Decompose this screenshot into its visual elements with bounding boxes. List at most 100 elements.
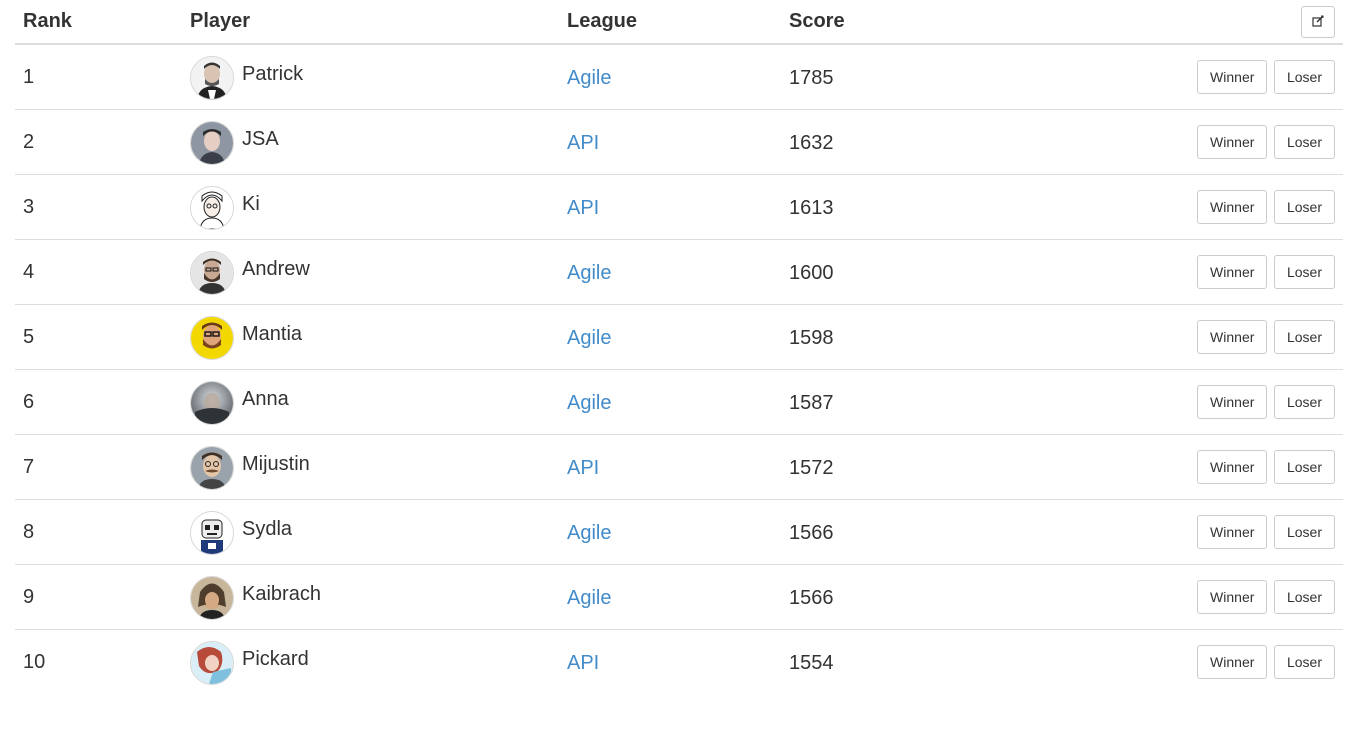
player-cell: Patrick — [182, 44, 559, 110]
leaderboard-table-container: Rank Player League Score 1 Patrick Agile… — [15, 0, 1343, 694]
score-value: 1566 — [789, 586, 834, 609]
score-value: 1600 — [789, 261, 834, 284]
league-link[interactable]: Agile — [567, 522, 611, 544]
actions-cell: Winner Loser — [981, 174, 1343, 240]
score-cell: 1785 — [781, 44, 981, 110]
winner-button[interactable]: Winner — [1197, 255, 1268, 289]
loser-button[interactable]: Loser — [1273, 515, 1335, 549]
pickard-avatar — [190, 641, 234, 685]
loser-button[interactable]: Loser — [1273, 320, 1335, 354]
score-value: 1587 — [789, 391, 834, 414]
league-link[interactable]: Agile — [567, 67, 611, 89]
kaibrach-avatar — [190, 576, 234, 620]
winner-button[interactable]: Winner — [1197, 320, 1268, 354]
score-cell: 1600 — [781, 239, 981, 305]
league-link[interactable]: API — [567, 132, 599, 154]
winner-button[interactable]: Winner — [1197, 450, 1268, 484]
rank-value: 8 — [23, 520, 35, 543]
winner-button[interactable]: Winner — [1197, 580, 1268, 614]
mantia-avatar — [190, 316, 234, 360]
league-link[interactable]: Agile — [567, 327, 611, 349]
rank-cell: 2 — [15, 109, 182, 175]
loser-button[interactable]: Loser — [1273, 645, 1335, 679]
table-body: 1 Patrick Agile 1785 Winner Loser 2 JSA … — [15, 44, 1343, 694]
league-cell: API — [559, 109, 781, 175]
actions-cell: Winner Loser — [981, 499, 1343, 565]
loser-button[interactable]: Loser — [1273, 255, 1335, 289]
header-row: Rank Player League Score — [15, 0, 1343, 45]
edit-button[interactable] — [1301, 5, 1335, 38]
league-link[interactable]: Agile — [567, 262, 611, 284]
loser-button[interactable]: Loser — [1273, 450, 1335, 484]
patrick-avatar — [190, 56, 234, 100]
table-header: Rank Player League Score — [15, 0, 1343, 45]
player-name: Mijustin — [242, 452, 310, 475]
player-name: Sydla — [242, 517, 293, 540]
loser-button[interactable]: Loser — [1273, 190, 1335, 224]
rank-cell: 9 — [15, 564, 182, 630]
table-row: 4 Andrew Agile 1600 Winner Loser — [15, 239, 1343, 305]
score-value: 1632 — [789, 131, 834, 154]
league-link[interactable]: Agile — [567, 392, 611, 414]
actions-cell: Winner Loser — [981, 564, 1343, 630]
loser-button[interactable]: Loser — [1273, 580, 1335, 614]
rank-cell: 7 — [15, 434, 182, 500]
mijustin-avatar — [190, 446, 234, 490]
rank-cell: 5 — [15, 304, 182, 370]
player-name: Ki — [242, 192, 260, 215]
sydla-avatar — [190, 511, 234, 555]
table-row: 10 Pickard API 1554 Winner Loser — [15, 630, 1343, 695]
actions-cell: Winner Loser — [981, 44, 1343, 110]
rank-value: 4 — [23, 260, 35, 283]
league-cell: Agile — [559, 239, 781, 305]
winner-button[interactable]: Winner — [1197, 645, 1268, 679]
loser-button[interactable]: Loser — [1273, 125, 1335, 159]
score-cell: 1566 — [781, 499, 981, 565]
loser-button[interactable]: Loser — [1273, 385, 1335, 419]
rank-cell: 8 — [15, 499, 182, 565]
league-link[interactable]: Agile — [567, 587, 611, 609]
rank-cell: 4 — [15, 239, 182, 305]
league-cell: Agile — [559, 499, 781, 565]
player-name: Pickard — [242, 647, 309, 670]
andrew-avatar — [190, 251, 234, 295]
player-cell: Ki — [182, 174, 559, 240]
actions-cell: Winner Loser — [981, 239, 1343, 305]
actions-cell: Winner Loser — [981, 369, 1343, 435]
rank-cell: 6 — [15, 369, 182, 435]
loser-button[interactable]: Loser — [1273, 60, 1335, 94]
player-cell: Pickard — [182, 630, 559, 695]
score-cell: 1632 — [781, 109, 981, 175]
actions-cell: Winner Loser — [981, 304, 1343, 370]
player-header: Player — [182, 0, 559, 45]
rank-header: Rank — [15, 0, 182, 45]
rank-value: 5 — [23, 325, 35, 348]
league-header: League — [559, 0, 781, 45]
winner-button[interactable]: Winner — [1197, 60, 1268, 94]
rank-cell: 10 — [15, 630, 182, 695]
player-name: JSA — [242, 127, 279, 150]
winner-button[interactable]: Winner — [1197, 385, 1268, 419]
score-value: 1554 — [789, 651, 834, 674]
rank-value: 2 — [23, 130, 35, 153]
table-row: 7 Mijustin API 1572 Winner Loser — [15, 434, 1343, 500]
anna-avatar — [190, 381, 234, 425]
league-link[interactable]: API — [567, 197, 599, 219]
rank-value: 9 — [23, 585, 35, 608]
league-cell: Agile — [559, 304, 781, 370]
winner-button[interactable]: Winner — [1197, 125, 1268, 159]
table-row: 5 Mantia Agile 1598 Winner Loser — [15, 304, 1343, 370]
winner-button[interactable]: Winner — [1197, 515, 1268, 549]
actions-cell: Winner Loser — [981, 630, 1343, 695]
rank-cell: 3 — [15, 174, 182, 240]
score-cell: 1598 — [781, 304, 981, 370]
winner-button[interactable]: Winner — [1197, 190, 1268, 224]
table-row: 3 Ki API 1613 Winner Loser — [15, 174, 1343, 240]
league-link[interactable]: API — [567, 457, 599, 479]
league-link[interactable]: API — [567, 652, 599, 674]
score-header: Score — [781, 0, 981, 45]
table-row: 2 JSA API 1632 Winner Loser — [15, 109, 1343, 175]
player-cell: Mijustin — [182, 434, 559, 500]
score-value: 1566 — [789, 521, 834, 544]
edit-icon — [1312, 14, 1324, 30]
